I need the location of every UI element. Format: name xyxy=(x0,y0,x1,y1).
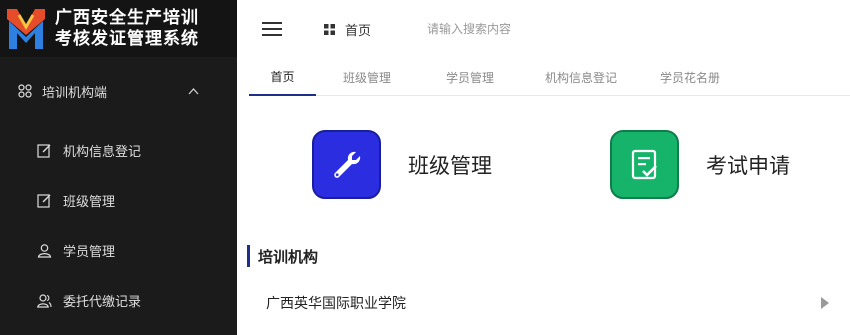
app-root: 广西安全生产培训 考核发证管理系统 培训机构端 机构信息登记 班级管理 学员管理… xyxy=(0,0,850,335)
sidebar-item-student-management[interactable]: 学员管理 xyxy=(0,225,237,275)
tab-bar: 首页 班级管理 学员管理 机构信息登记 学员花名册 xyxy=(249,58,850,96)
sidebar-item-payment-records[interactable]: 委托代缴记录 xyxy=(0,275,237,325)
tab-class-management[interactable]: 班级管理 xyxy=(316,58,418,96)
tab-org-info[interactable]: 机构信息登记 xyxy=(522,58,640,96)
sidebar: 广西安全生产培训 考核发证管理系统 培训机构端 机构信息登记 班级管理 学员管理… xyxy=(0,0,237,335)
quick-access-cards: 班级管理 考试申请 xyxy=(312,130,790,199)
chevron-up-icon xyxy=(188,87,199,94)
section-title: 培训机构 xyxy=(247,245,318,267)
tab-student-management[interactable]: 学员管理 xyxy=(418,58,522,96)
wrench-icon xyxy=(333,151,360,178)
top-header: 首页 xyxy=(237,0,850,58)
grid-icon xyxy=(18,84,32,98)
home-breadcrumb-label: 首页 xyxy=(345,23,372,39)
edit-icon xyxy=(37,193,51,208)
brand-line-1: 广西安全生产培训 xyxy=(55,7,199,28)
edit-icon xyxy=(37,143,51,158)
sidebar-item-class-management[interactable]: 班级管理 xyxy=(0,175,237,225)
org-list-item[interactable]: 广西英华国际职业学院 xyxy=(266,288,830,318)
sidebar-item-org-info[interactable]: 机构信息登记 xyxy=(0,125,237,175)
tab-home[interactable]: 首页 xyxy=(249,58,316,96)
document-check-icon xyxy=(631,149,657,179)
document-check-icon-tile xyxy=(610,130,679,199)
sidebar-item-label: 机构信息登记 xyxy=(63,144,142,160)
user-icon xyxy=(37,243,52,258)
sidebar-item-label: 班级管理 xyxy=(63,194,116,210)
brand-line-2: 考核发证管理系统 xyxy=(55,28,199,49)
menu-group-training-org[interactable]: 培训机构端 xyxy=(0,57,237,125)
home-breadcrumb[interactable]: 首页 xyxy=(324,20,371,39)
brand-header: 广西安全生产培训 考核发证管理系统 xyxy=(0,0,237,57)
card-label: 考试申请 xyxy=(706,153,790,178)
sidebar-item-label: 委托代缴记录 xyxy=(63,294,142,310)
dashboard-icon xyxy=(324,23,335,35)
caret-right-icon xyxy=(821,297,829,309)
exam-application-card[interactable]: 考试申请 xyxy=(610,130,790,199)
wrench-icon-tile xyxy=(312,130,381,199)
class-management-card[interactable]: 班级管理 xyxy=(312,130,492,199)
search-input[interactable] xyxy=(427,22,628,36)
menu-group-label: 培训机构端 xyxy=(42,85,108,101)
sidebar-item-label: 学员管理 xyxy=(63,244,116,260)
card-label: 班级管理 xyxy=(408,153,492,178)
logo-icon xyxy=(7,8,45,49)
menu-toggle-icon[interactable] xyxy=(262,21,282,37)
users-icon xyxy=(37,293,52,308)
org-name: 广西英华国际职业学院 xyxy=(266,296,406,312)
tab-student-roster[interactable]: 学员花名册 xyxy=(640,58,740,96)
brand-title: 广西安全生产培训 考核发证管理系统 xyxy=(55,8,199,50)
